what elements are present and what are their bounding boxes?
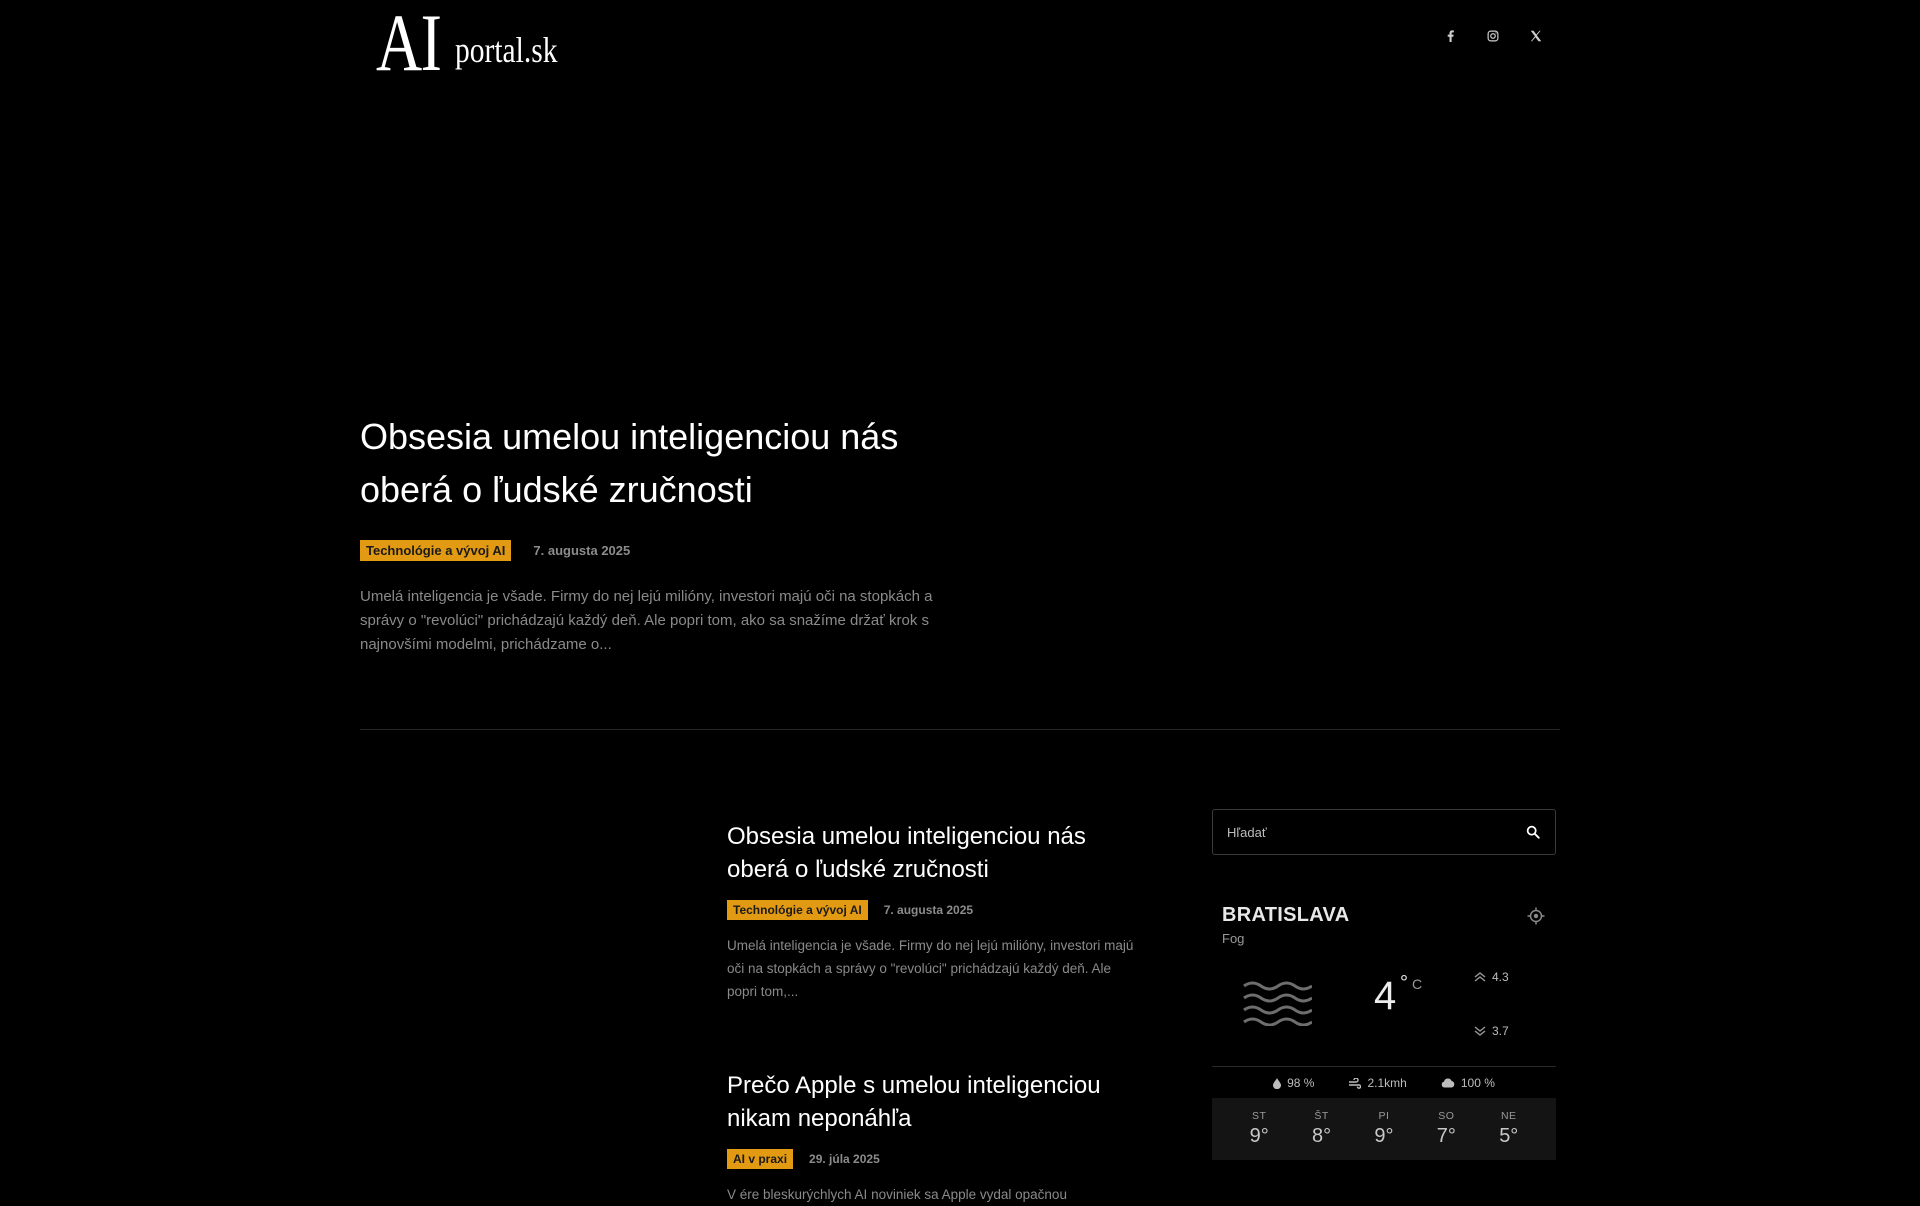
forecast-day-temp: 9° — [1374, 1125, 1394, 1147]
temp-high: 4.3 — [1474, 970, 1509, 984]
logo-portal-text: portal.sk — [454, 30, 558, 70]
article-meta: Technológie a vývoj AI 7. augusta 2025 — [727, 900, 1137, 920]
temp-low-value: 3.7 — [1492, 1024, 1509, 1038]
weather-condition: Fog — [1222, 931, 1245, 946]
search-button[interactable] — [1511, 810, 1555, 854]
article-meta: AI v praxi 29. júla 2025 — [727, 1149, 1137, 1169]
forecast-day-name: ŠT — [1314, 1110, 1329, 1122]
search-form — [1212, 809, 1556, 855]
weather-forecast: ST 9° ŠT 8° PI 9° SO 7° NE 5° — [1212, 1098, 1556, 1160]
chevron-up-icon — [1474, 972, 1486, 982]
social-links — [1442, 28, 1544, 44]
forecast-day: ST 9° — [1237, 1098, 1281, 1160]
wind: 2.1kmh — [1348, 1076, 1407, 1090]
search-icon — [1526, 825, 1540, 839]
forecast-day: NE 5° — [1487, 1098, 1531, 1160]
humidity-icon — [1273, 1077, 1282, 1089]
forecast-day-name: PI — [1378, 1110, 1390, 1122]
site-header: AI portal.sk — [0, 0, 1920, 90]
forecast-day-temp: 8° — [1312, 1125, 1332, 1147]
weather-city: BRATISLAVA — [1222, 904, 1350, 926]
facebook-icon[interactable] — [1442, 28, 1458, 44]
temperature-unit: C — [1412, 976, 1423, 992]
list-item: Obsesia umelou inteligenciou nás oberá o… — [727, 820, 1137, 1003]
humidity: 98 % — [1273, 1076, 1314, 1090]
category-badge[interactable]: Technológie a vývoj AI — [360, 540, 512, 561]
forecast-day-temp: 5° — [1499, 1125, 1519, 1147]
instagram-icon[interactable] — [1485, 28, 1501, 44]
temp-high-value: 4.3 — [1492, 970, 1509, 984]
temp-low: 3.7 — [1474, 1024, 1509, 1038]
article-excerpt: V ére bleskurýchlych AI noviniek sa Appl… — [727, 1187, 1067, 1202]
hero-excerpt: Umelá inteligencia je všade. Firmy do ne… — [360, 588, 933, 653]
category-badge[interactable]: Technológie a vývoj AI — [727, 900, 868, 920]
article-excerpt: Umelá inteligencia je všade. Firmy do ne… — [727, 938, 1134, 999]
x-icon[interactable] — [1528, 28, 1544, 44]
current-temperature: 4 — [1374, 974, 1397, 1018]
weather-stats: 98 % 2.1kmh 100 % — [1212, 1076, 1556, 1090]
forecast-day: SO 7° — [1424, 1098, 1468, 1160]
search-input[interactable] — [1213, 810, 1511, 854]
cloud-icon — [1441, 1078, 1455, 1088]
hero-title[interactable]: Obsesia umelou inteligenciou nás oberá o… — [360, 410, 960, 516]
wind-icon — [1349, 1077, 1362, 1089]
article-title[interactable]: Obsesia umelou inteligenciou nás oberá o… — [727, 820, 1137, 886]
forecast-day: PI 9° — [1362, 1098, 1406, 1160]
article-title[interactable]: Prečo Apple s umelou inteligenciou nikam… — [727, 1069, 1137, 1135]
forecast-day-name: NE — [1500, 1110, 1517, 1122]
forecast-day-temp: 7° — [1436, 1125, 1456, 1147]
forecast-day: ŠT 8° — [1300, 1098, 1344, 1160]
list-item: Prečo Apple s umelou inteligenciou nikam… — [727, 1069, 1137, 1206]
weather-widget: BRATISLAVA Fog 4 ° C 4.3 3.7 98 % 2.1kmh… — [1212, 890, 1556, 1162]
logo-ai-text: AI — [376, 0, 442, 88]
category-badge[interactable]: AI v praxi — [727, 1149, 794, 1169]
article-date: 7. augusta 2025 — [533, 543, 631, 558]
forecast-day-temp: 9° — [1249, 1125, 1269, 1147]
clouds-value: 100 % — [1460, 1076, 1495, 1090]
article-date: 29. júla 2025 — [809, 1152, 880, 1166]
degree-symbol: ° — [1400, 972, 1408, 994]
fog-icon — [1243, 981, 1312, 1026]
hero-article: Obsesia umelou inteligenciou nás oberá o… — [360, 410, 1000, 657]
chevron-down-icon — [1474, 1026, 1486, 1036]
clouds: 100 % — [1441, 1076, 1495, 1090]
wind-value: 2.1kmh — [1367, 1076, 1407, 1090]
locate-icon[interactable] — [1526, 906, 1546, 926]
site-logo[interactable]: AI portal.sk — [376, 0, 580, 88]
section-divider — [360, 729, 1560, 730]
humidity-value: 98 % — [1287, 1076, 1315, 1090]
article-date: 7. augusta 2025 — [883, 903, 974, 917]
forecast-day-name: ST — [1251, 1110, 1267, 1122]
hero-meta: Technológie a vývoj AI 7. augusta 2025 — [360, 540, 1000, 561]
weather-divider — [1212, 1066, 1556, 1067]
forecast-day-name: SO — [1438, 1110, 1455, 1122]
